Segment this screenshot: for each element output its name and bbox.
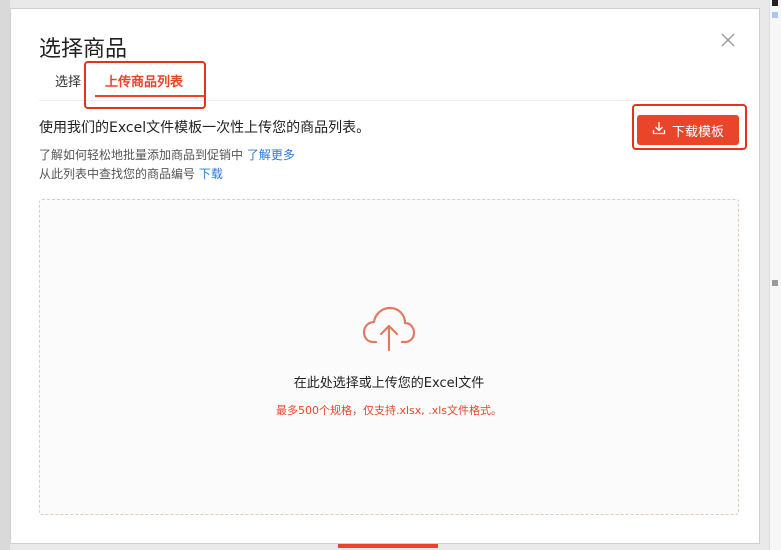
annotation-highlight-button [632, 104, 747, 150]
backdrop-left [0, 0, 10, 550]
help-text: 了解如何轻松地批量添加商品到促销中 [39, 148, 247, 162]
cloud-upload-icon [362, 304, 416, 354]
file-dropzone[interactable]: 在此处选择或上传您的Excel文件 最多500个规格，仅支持.xlsx, .xl… [39, 199, 739, 515]
backdrop-marker [772, 12, 778, 18]
dropzone-subtitle: 最多500个规格，仅支持.xlsx, .xls文件格式。 [275, 404, 503, 417]
learn-more-link[interactable]: 了解更多 [247, 148, 295, 162]
dropzone-title: 在此处选择或上传您的Excel文件 [293, 376, 485, 391]
help-text: 从此列表中查找您的商品编号 [39, 167, 199, 181]
backdrop-marker [772, 280, 778, 286]
modal-title: 选择商品 [39, 37, 128, 62]
tab-select[interactable]: 选择 [51, 71, 85, 90]
select-products-modal: 选择商品 选择 上传商品列表 使用我们的Excel文件模板一次性上传您的商品列表… [10, 8, 760, 544]
upload-description: 使用我们的Excel文件模板一次性上传您的商品列表。 [39, 120, 371, 136]
close-icon[interactable] [719, 31, 737, 49]
help-line-learn-more: 了解如何轻松地批量添加商品到促销中 了解更多 [39, 146, 295, 163]
help-line-download: 从此列表中查找您的商品编号 下载 [39, 165, 223, 182]
download-product-list-link[interactable]: 下载 [199, 167, 223, 181]
background-accent-bar [338, 544, 438, 548]
annotation-highlight-tab [84, 61, 206, 109]
backdrop-right [769, 0, 781, 550]
backdrop-marker [772, 0, 778, 6]
